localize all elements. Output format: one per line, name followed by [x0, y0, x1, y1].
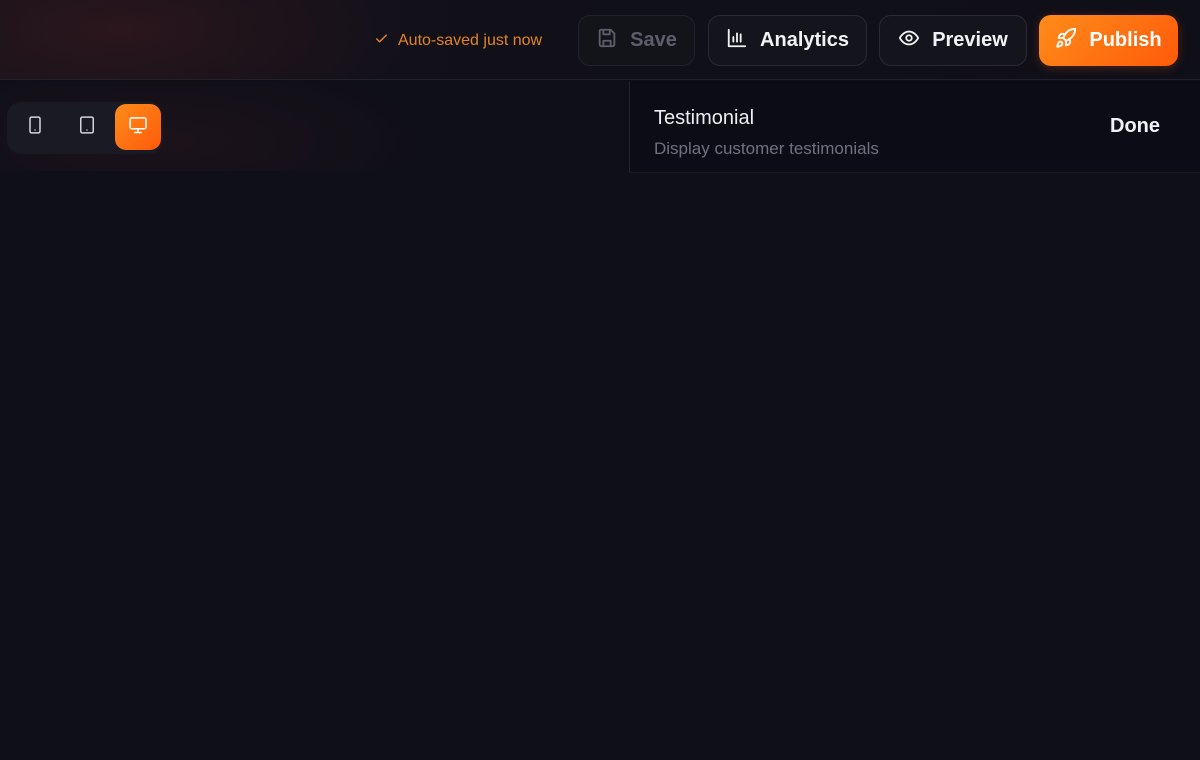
save-icon	[596, 27, 618, 55]
smartphone-icon	[25, 115, 45, 140]
editor-canvas	[0, 173, 1200, 760]
save-button[interactable]: Save	[578, 15, 695, 66]
panel-subtitle: Display customer testimonials	[654, 139, 879, 158]
check-icon	[374, 31, 389, 51]
panel-title: Testimonial	[654, 107, 755, 129]
analytics-label: Analytics	[760, 29, 849, 51]
done-button[interactable]: Done	[1110, 115, 1160, 138]
monitor-icon	[128, 115, 148, 140]
block-settings-header: Testimonial Display customer testimonial…	[629, 81, 1200, 173]
preview-button[interactable]: Preview	[879, 15, 1027, 66]
tablet-icon	[77, 115, 97, 140]
autosave-status: Auto-saved just now	[374, 30, 542, 52]
device-mobile-button[interactable]	[12, 104, 58, 150]
rocket-icon	[1055, 27, 1077, 55]
eye-icon	[898, 27, 920, 55]
preview-label: Preview	[932, 29, 1008, 51]
device-desktop-button[interactable]	[115, 104, 161, 150]
publish-button[interactable]: Publish	[1039, 15, 1178, 66]
device-tablet-button[interactable]	[64, 104, 110, 150]
publish-label: Publish	[1089, 29, 1162, 51]
device-switcher	[7, 102, 163, 154]
device-toolbar-row	[0, 81, 630, 171]
autosave-text: Auto-saved just now	[398, 32, 543, 49]
top-bar: Auto-saved just now Save Analytics Previ…	[0, 0, 1200, 80]
bar-chart-icon	[726, 27, 748, 55]
save-label: Save	[630, 29, 677, 51]
analytics-button[interactable]: Analytics	[708, 15, 867, 66]
